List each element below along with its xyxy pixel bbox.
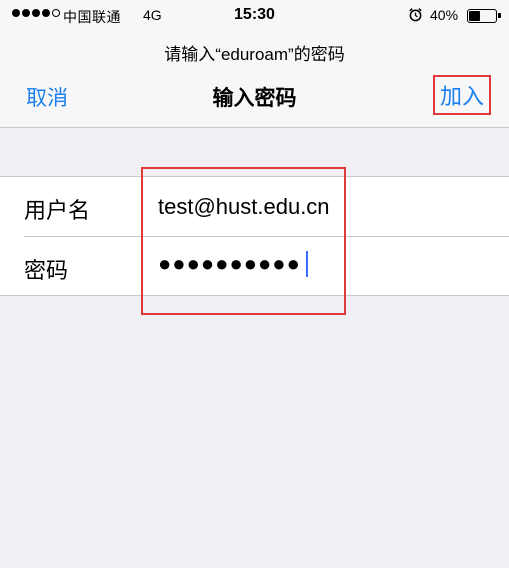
join-button[interactable]: 加入: [433, 75, 491, 115]
battery-icon: [467, 9, 501, 23]
text-cursor: [305, 251, 308, 277]
navigation-bar: 取消 输入密码 加入: [0, 75, 509, 118]
password-prompt: 请输入“eduroam”的密码: [164, 45, 345, 64]
username-field[interactable]: test@hust.edu.cn: [158, 194, 330, 220]
password-label: 密码: [24, 258, 69, 283]
password-field[interactable]: ●●●●●●●●●●: [158, 251, 308, 277]
status-bar: 中国联通 4G 15:30 40%: [0, 0, 509, 32]
password-row[interactable]: 密码 ●●●●●●●●●●: [0, 237, 509, 297]
credentials-form: 用户名 test@hust.edu.cn 密码 ●●●●●●●●●●: [0, 176, 509, 296]
alarm-icon: [409, 8, 422, 22]
username-label: 用户名: [24, 198, 91, 223]
battery-percent: 40%: [430, 7, 459, 23]
wifi-password-screen: 中国联通 4G 15:30 40% 请输入“eduroam”的密码 取消 输入密…: [0, 0, 509, 568]
username-row[interactable]: 用户名 test@hust.edu.cn: [0, 177, 509, 237]
dialog-header: 请输入“eduroam”的密码 取消 输入密码 加入: [0, 32, 509, 128]
password-masked-text: ●●●●●●●●●●: [158, 251, 301, 276]
